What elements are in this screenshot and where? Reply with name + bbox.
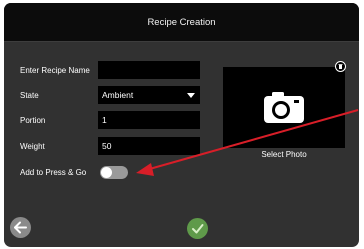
annotation-arrow	[136, 109, 359, 176]
